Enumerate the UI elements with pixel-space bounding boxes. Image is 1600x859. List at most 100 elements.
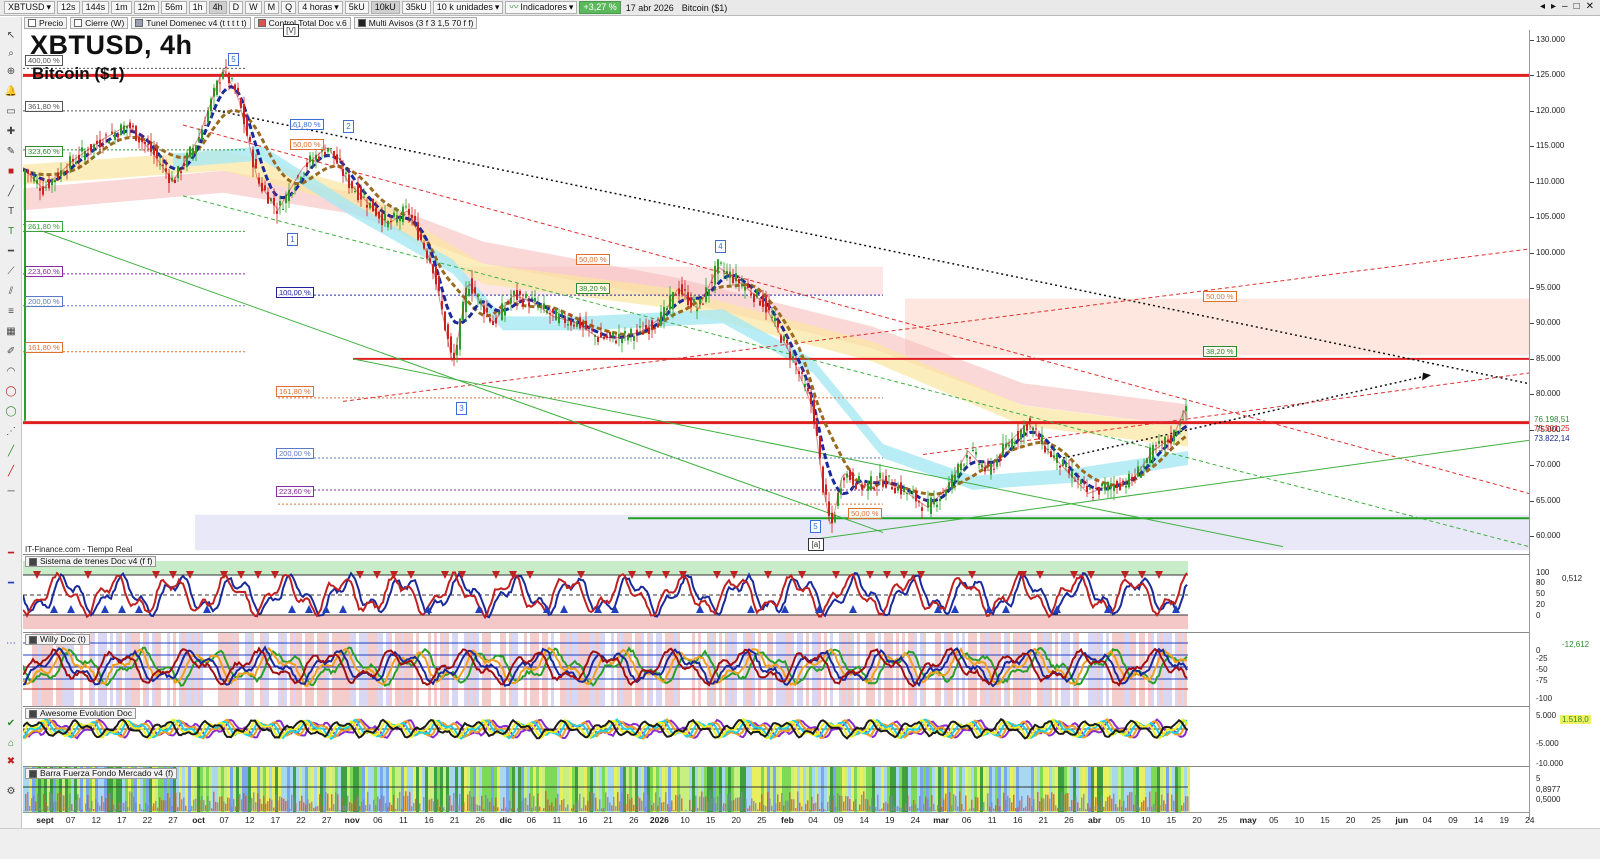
panel-barra[interactable]: Barra Fuerza Fondo Mercado v4 (f) xyxy=(23,766,1529,812)
interval-button[interactable]: 56m xyxy=(161,1,187,14)
wave-label[interactable]: 4 xyxy=(715,240,726,253)
text-green-icon[interactable]: T xyxy=(3,225,19,239)
cursor-icon[interactable]: ↖ xyxy=(3,29,19,43)
rect-icon[interactable]: ■ xyxy=(3,165,19,179)
arrow-left-icon[interactable]: ◂ xyxy=(1540,1,1545,12)
legend-item[interactable]: Cierre (W) xyxy=(70,17,129,29)
fib-level-label[interactable]: 50,00 % xyxy=(848,508,882,519)
period-select[interactable]: 4 horas ▾ xyxy=(298,1,343,14)
hline-icon[interactable]: ━ xyxy=(3,245,19,259)
fib-level-label[interactable]: 323,60 % xyxy=(25,146,63,157)
ray-icon[interactable]: ⟋ xyxy=(3,265,19,279)
line-green-icon[interactable]: ╱ xyxy=(3,445,19,459)
line-black-icon[interactable]: ─ xyxy=(3,485,19,499)
wave-label[interactable]: 1 xyxy=(287,233,298,246)
force-hist xyxy=(199,800,201,811)
fib-icon[interactable]: ≡ xyxy=(3,305,19,319)
wave-label[interactable]: 5 xyxy=(228,53,239,66)
force-hist xyxy=(107,793,109,811)
lock-icon[interactable]: ⌂ xyxy=(3,737,19,751)
close-icon[interactable]: ✕ xyxy=(1586,1,1594,12)
text-icon[interactable]: T xyxy=(3,205,19,219)
legend-item[interactable]: Tunel Domenec v4 (t t t t t) xyxy=(131,17,251,29)
legend-item[interactable]: Control Total Doc v.6 xyxy=(253,17,351,29)
wave-label[interactable]: 3 xyxy=(456,402,467,415)
panel-willy[interactable]: Willy Doc (t) xyxy=(23,632,1529,706)
fib-level-label[interactable]: 100,00 % xyxy=(276,287,314,298)
interval-button[interactable]: 12s xyxy=(57,1,80,14)
fib-level-label[interactable]: 38,20 % xyxy=(1203,346,1237,357)
force-hist xyxy=(747,808,749,811)
fib-level-label[interactable]: 61,80 % xyxy=(290,119,324,130)
fib-level-label[interactable]: 223,60 % xyxy=(276,486,314,497)
panel-trenes[interactable]: Sistema de trenes Doc v4 (f f) xyxy=(23,554,1529,632)
fib-level-label[interactable]: 223,60 % xyxy=(25,266,63,277)
panel-awesome[interactable]: Awesome Evolution Doc xyxy=(23,706,1529,766)
circle-icon[interactable]: ◯ xyxy=(3,385,19,399)
wave-icon[interactable]: ⋯ xyxy=(3,637,19,651)
interval-button[interactable]: 144s xyxy=(81,1,110,14)
price-chart[interactable] xyxy=(23,30,1529,554)
volume-button[interactable]: 10kU xyxy=(370,1,400,14)
grid-icon[interactable]: ▦ xyxy=(3,325,19,339)
price-axis[interactable]: 130.000 125.000 120.000 115.000 110.000 105.0… xyxy=(1529,30,1600,820)
wave-label[interactable]: 5 xyxy=(810,520,821,533)
willy-bg-bar xyxy=(440,633,443,706)
force-hist xyxy=(1003,792,1005,811)
volume-button[interactable]: 35kU xyxy=(401,1,431,14)
interval-button[interactable]: M xyxy=(263,1,280,14)
interval-button[interactable]: W xyxy=(245,1,262,14)
hline-blue-icon[interactable]: ━ xyxy=(3,577,19,591)
interval-button[interactable]: 1h xyxy=(188,1,207,14)
minimize-icon[interactable]: – xyxy=(1562,1,1568,12)
symbol-select[interactable]: XBTUSD ▾ xyxy=(4,1,56,14)
pen-icon[interactable]: ✎ xyxy=(3,145,19,159)
ruler-icon[interactable]: ▭ xyxy=(3,105,19,119)
willy-bg-bar xyxy=(107,633,110,706)
alert-icon[interactable]: 🔔 xyxy=(3,85,19,99)
ellipse-icon[interactable]: ◯ xyxy=(3,405,19,419)
line-red-icon[interactable]: ╱ xyxy=(3,465,19,479)
wave-label[interactable]: [a] xyxy=(808,538,824,551)
interval-button[interactable]: D xyxy=(228,1,244,14)
legend-item[interactable]: Precio xyxy=(24,17,68,29)
zoom-icon[interactable]: ⌕ xyxy=(3,47,19,61)
fib-level-label[interactable]: 50,00 % xyxy=(576,254,610,265)
maximize-icon[interactable]: □ xyxy=(1574,1,1580,12)
wave-label[interactable]: 2 xyxy=(343,120,354,133)
channel-icon[interactable]: ⫽ xyxy=(3,285,19,299)
magnify-icon[interactable]: ⊕ xyxy=(3,65,19,79)
fib-level-label[interactable]: 200,00 % xyxy=(276,448,314,459)
trend-line-icon[interactable]: ╱ xyxy=(3,185,19,199)
units-select[interactable]: 10 k unidades ▾ xyxy=(432,1,504,14)
pencil-icon[interactable]: ✐ xyxy=(3,345,19,359)
fib-level-label[interactable]: 50,00 % xyxy=(1203,291,1237,302)
legend-item[interactable]: Multi Avisos (3 f 3 1,5 70 f f) xyxy=(353,17,478,29)
check-icon[interactable]: ✔ xyxy=(3,717,19,731)
hline-red-icon[interactable]: ━ xyxy=(3,547,19,561)
fib-level-label[interactable]: 200,00 % xyxy=(25,296,63,307)
interval-button[interactable]: 1m xyxy=(111,1,132,14)
arc-icon[interactable]: ◠ xyxy=(3,365,19,379)
interval-button[interactable]: 12m xyxy=(133,1,160,14)
fib-level-label[interactable]: 161,80 % xyxy=(276,386,314,397)
settings-icon[interactable]: ⚙ xyxy=(3,785,19,799)
force-hist xyxy=(299,800,301,811)
indicators-button[interactable]: 〰 Indicadores ▾ xyxy=(505,1,578,14)
fib-level-label[interactable]: 50,00 % xyxy=(290,139,324,150)
time-axis[interactable]: sept 07 12 17 22 27 oct 07 12 17 22 27 nov 06 11 16 21 26… xyxy=(23,812,1535,828)
pattern-icon[interactable]: ⋰ xyxy=(3,425,19,439)
interval-button[interactable]: Q xyxy=(281,1,297,14)
cross-icon[interactable]: ✚ xyxy=(3,125,19,139)
fib-level-label[interactable]: 261,80 % xyxy=(25,221,63,232)
fib-level-label[interactable]: 400,00 % xyxy=(25,55,63,66)
interval-button[interactable]: 4h xyxy=(208,1,227,14)
arrow-right-icon[interactable]: ▸ xyxy=(1551,1,1556,12)
fib-level-label[interactable]: 38,20 % xyxy=(576,283,610,294)
willy-bg-bar xyxy=(743,633,746,706)
wave-label[interactable]: [V] xyxy=(283,24,299,37)
fib-level-label[interactable]: 161,80 % xyxy=(25,342,63,353)
delete-icon[interactable]: ✖ xyxy=(3,755,19,769)
volume-button[interactable]: 5kU xyxy=(344,1,369,14)
fib-level-label[interactable]: 361,80 % xyxy=(25,101,63,112)
